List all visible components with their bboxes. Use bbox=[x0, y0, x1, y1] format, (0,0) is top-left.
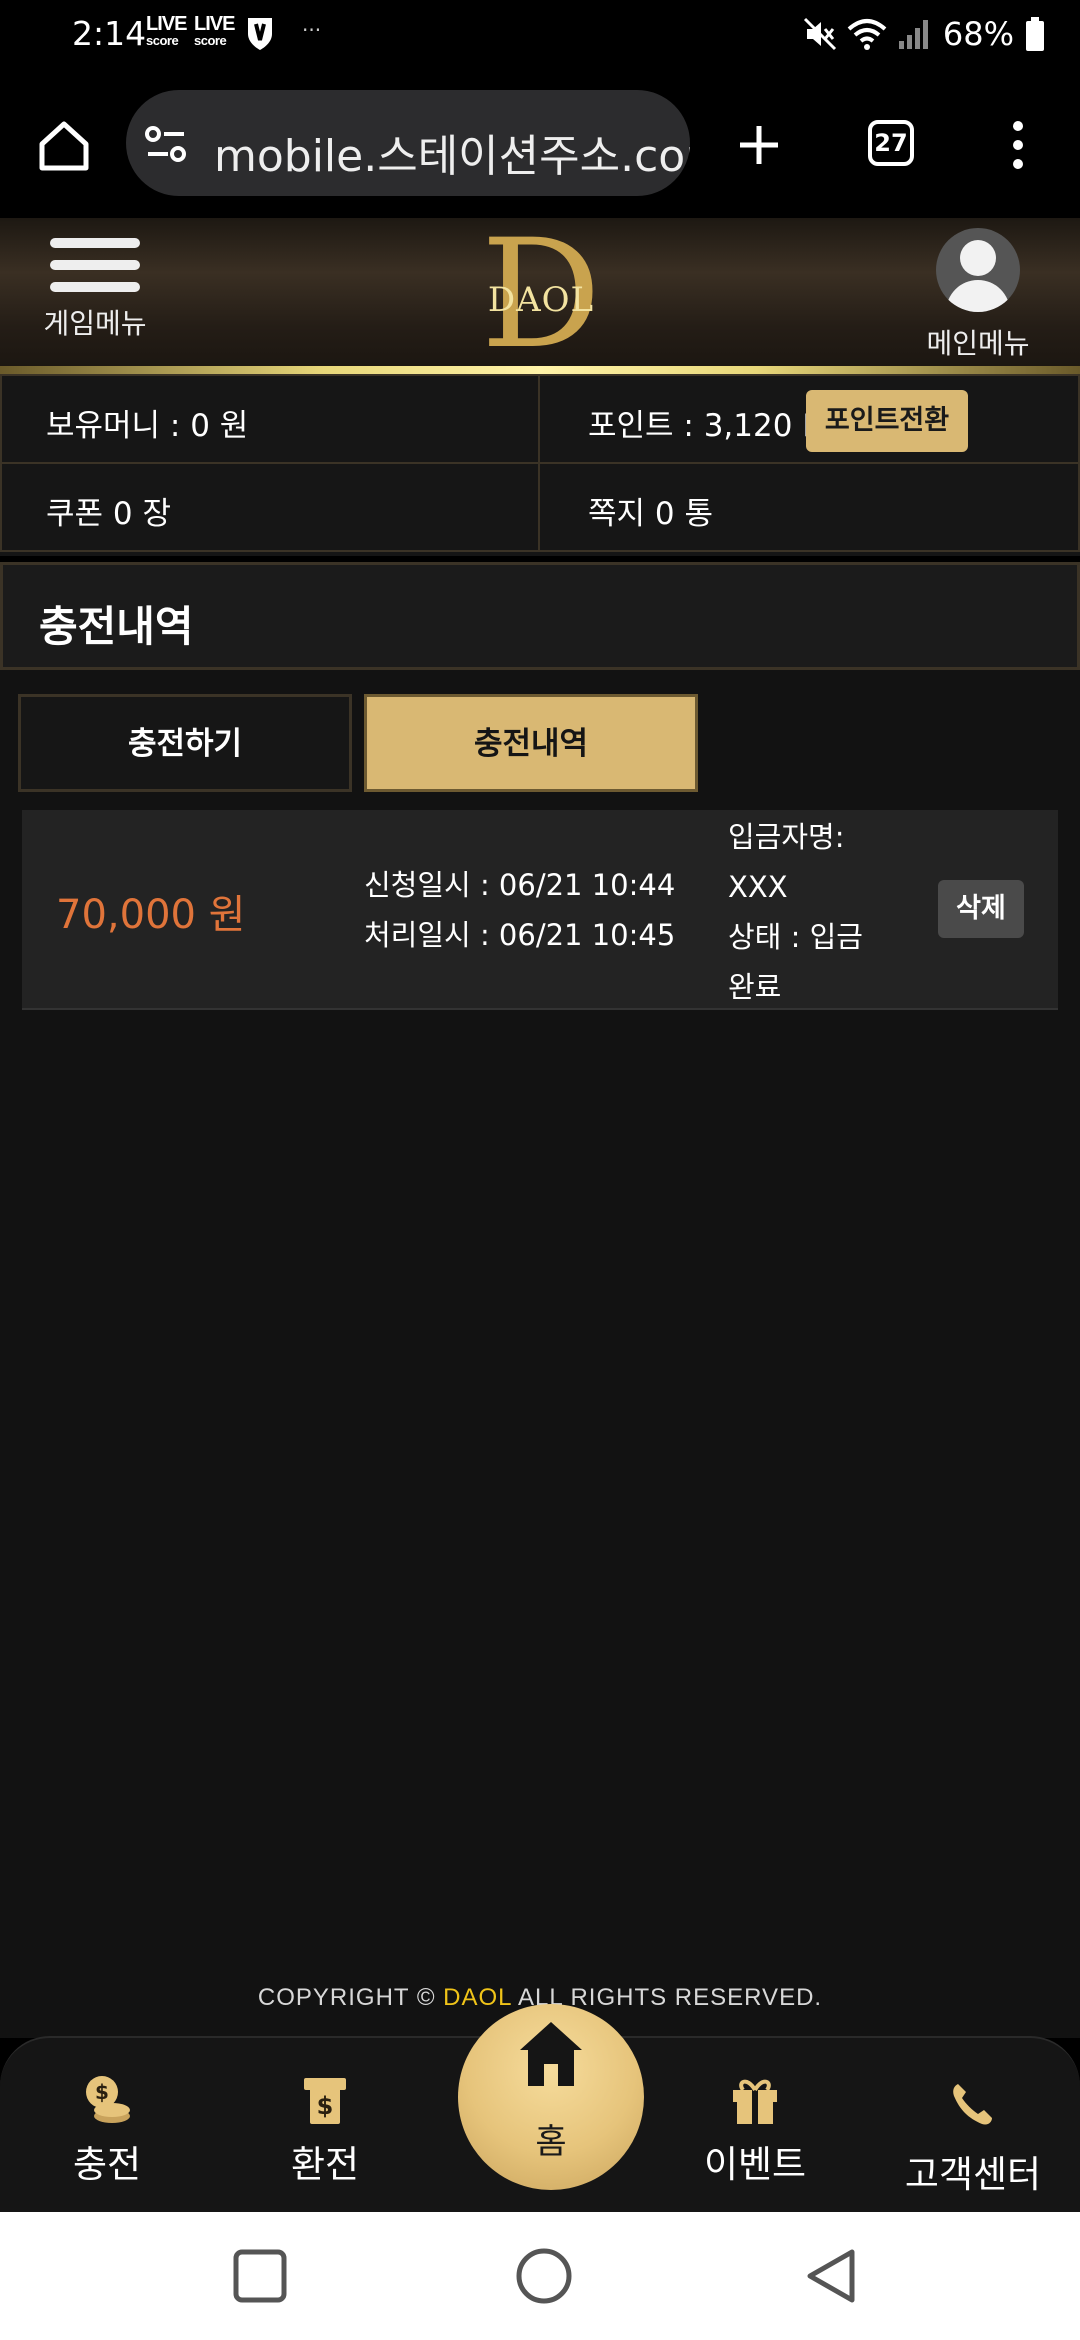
nav-home-button[interactable]: 홈 bbox=[458, 2004, 644, 2190]
phone-icon bbox=[953, 2084, 992, 2125]
nav-charge[interactable]: $ 충전 bbox=[22, 2066, 192, 2188]
system-home-icon[interactable] bbox=[514, 2246, 574, 2306]
home-icon[interactable] bbox=[36, 120, 92, 172]
messages-cell[interactable]: 쪽지 0 통 bbox=[538, 462, 1080, 552]
mute-icon bbox=[803, 17, 836, 51]
browser-toolbar: mobile.스테이션주소.com 27 bbox=[0, 72, 1080, 218]
copyright-brand: DAOL bbox=[443, 1984, 512, 2011]
main-menu-button[interactable]: 메인메뉴 bbox=[898, 228, 1058, 368]
nav-event-label: 이벤트 bbox=[703, 2143, 807, 2186]
status-time: 2:14 bbox=[72, 14, 147, 53]
tab-switcher-button[interactable]: 27 bbox=[868, 120, 914, 166]
livescore-bottom: score bbox=[146, 33, 179, 48]
section-header: 충전내역 bbox=[0, 562, 1080, 670]
recent-apps-icon[interactable] bbox=[232, 2248, 288, 2304]
livescore-bottom-2: score bbox=[194, 33, 227, 48]
charge-record-row: 70,000 원 신청일시 : 06/21 10:44 처리일시 : 06/21… bbox=[22, 810, 1058, 1010]
back-icon[interactable] bbox=[804, 2246, 858, 2306]
coins-icon: $ bbox=[86, 2076, 130, 2123]
site-settings-icon[interactable] bbox=[144, 124, 188, 164]
logo-text: DAOL bbox=[487, 280, 595, 320]
record-status-block: 입금자명: XXX 상태 : 입금 완료 bbox=[728, 812, 878, 1012]
gift-icon bbox=[733, 2079, 777, 2124]
messages-text: 쪽지 0 통 bbox=[588, 496, 713, 532]
nav-event[interactable]: 이벤트 bbox=[670, 2066, 840, 2188]
record-processed: 처리일시 : 06/21 10:45 bbox=[364, 918, 676, 952]
main-menu-label: 메인메뉴 bbox=[926, 327, 1030, 360]
battery-percent: 68% bbox=[942, 15, 1014, 53]
status-line-1: 상태 : 입금 bbox=[728, 920, 863, 954]
url-bar[interactable]: mobile.스테이션주소.com bbox=[126, 90, 690, 196]
tab-charge[interactable]: 충전하기 bbox=[18, 694, 352, 792]
livescore-icon: LIVE score bbox=[146, 14, 190, 52]
main-content: 충전하기 충전내역 70,000 원 신청일시 : 06/21 10:44 처리… bbox=[0, 670, 1080, 1948]
record-requested: 신청일시 : 06/21 10:44 bbox=[364, 868, 676, 902]
page-title: 충전내역 bbox=[39, 602, 194, 651]
svg-text:$: $ bbox=[95, 2080, 109, 2104]
site-header: 게임메뉴 D DAOL 메인메뉴 bbox=[0, 218, 1080, 374]
more-notifications-icon: ··· bbox=[302, 18, 322, 42]
hamburger-icon bbox=[30, 238, 160, 292]
svg-text:$: $ bbox=[317, 2092, 334, 2120]
home-house-icon bbox=[520, 2022, 582, 2086]
balance-cell: 보유머니 : 0 원 bbox=[0, 374, 542, 464]
livescore-top: LIVE bbox=[146, 13, 187, 35]
record-amount: 70,000 원 bbox=[56, 892, 246, 938]
cash-icon: $ bbox=[304, 2078, 346, 2124]
point-convert-button[interactable]: 포인트전환 bbox=[806, 390, 968, 452]
record-dates: 신청일시 : 06/21 10:44 처리일시 : 06/21 10:45 bbox=[364, 860, 675, 960]
status-right: 68% bbox=[803, 12, 1046, 56]
nav-exchange-label: 환전 bbox=[290, 2143, 360, 2186]
status-bar: 2:14 LIVE score LIVE score ··· 68% bbox=[0, 0, 1080, 72]
tab-charge-history[interactable]: 충전내역 bbox=[364, 694, 698, 792]
signal-icon bbox=[898, 20, 928, 49]
copyright-prefix: COPYRIGHT © bbox=[257, 1984, 444, 2011]
header-gold-divider bbox=[0, 366, 1080, 374]
daol-logo[interactable]: D DAOL bbox=[476, 220, 606, 370]
shield-app-icon bbox=[248, 18, 272, 50]
wifi-icon bbox=[847, 19, 887, 50]
nav-exchange[interactable]: $ 환전 bbox=[240, 2066, 410, 2188]
depositor-label: 입금자명: bbox=[728, 820, 845, 854]
system-navigation-bar bbox=[0, 2212, 1080, 2340]
balance-text: 보유머니 : 0 원 bbox=[46, 408, 249, 444]
nav-support-label: 고객센터 bbox=[904, 2153, 1042, 2196]
game-menu-button[interactable]: 게임메뉴 bbox=[30, 238, 160, 358]
game-menu-label: 게임메뉴 bbox=[43, 307, 147, 340]
coupon-text: 쿠폰 0 장 bbox=[46, 496, 171, 532]
livescore-top-2: LIVE bbox=[194, 13, 235, 35]
delete-button[interactable]: 삭제 bbox=[938, 880, 1024, 938]
nav-home-label: 홈 bbox=[535, 2122, 567, 2162]
user-avatar-icon bbox=[936, 228, 1020, 312]
new-tab-icon[interactable] bbox=[736, 122, 782, 168]
browser-menu-icon[interactable] bbox=[1006, 118, 1030, 172]
battery-icon bbox=[1026, 17, 1044, 51]
nav-charge-label: 충전 bbox=[72, 2143, 142, 2186]
account-info-panel: 보유머니 : 0 원 포인트 : 3,120 P 포인트전환 쿠폰 0 장 쪽지… bbox=[0, 374, 1080, 556]
coupon-cell[interactable]: 쿠폰 0 장 bbox=[0, 462, 542, 552]
depositor-name: XXX bbox=[728, 870, 788, 904]
status-line-2: 완료 bbox=[728, 970, 782, 1004]
nav-support[interactable]: 고객센터 bbox=[888, 2066, 1058, 2198]
livescore-icon-2: LIVE score bbox=[194, 14, 238, 52]
points-text: 포인트 : 3,120 P bbox=[588, 408, 822, 444]
url-text: mobile.스테이션주소.com bbox=[214, 131, 690, 182]
